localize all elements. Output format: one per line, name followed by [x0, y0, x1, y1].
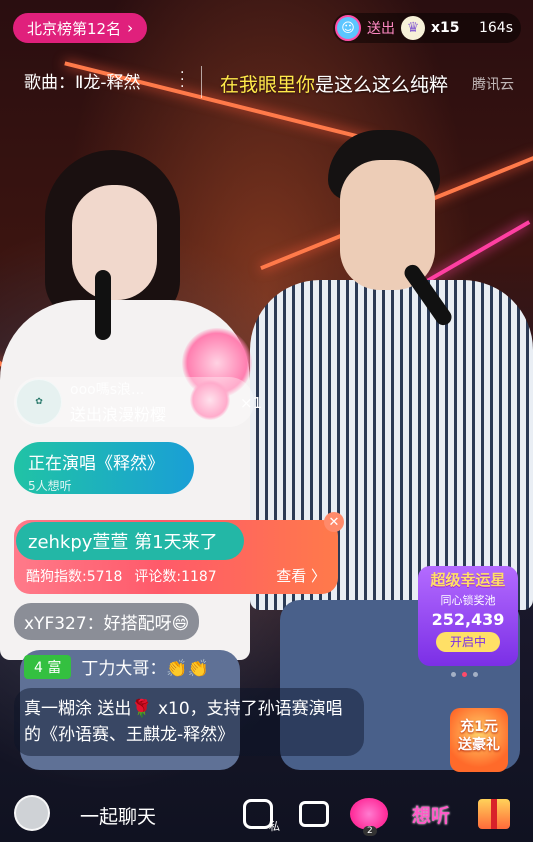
private-message-button[interactable]: 私 [238, 794, 280, 834]
now-singing-subtitle: 5人想听 [28, 479, 72, 493]
welcome-text: zehkpy萱萱 第1天来了 [16, 522, 244, 560]
gift-timer: 164s [478, 20, 513, 36]
my-avatar[interactable] [14, 795, 50, 831]
gift-notification[interactable]: ✿ ooo嗎s浪... 送出浪漫粉樱 [14, 377, 254, 427]
heart-button[interactable]: 2 [349, 794, 389, 836]
heart-icon: 2 [350, 798, 388, 836]
chat-input-entry[interactable]: 一起聊天 [80, 802, 156, 829]
performer-right [250, 130, 533, 770]
video-button[interactable] [294, 794, 334, 834]
chat-text: xYF327：好搭配呀😄 [24, 614, 190, 634]
lucky-subtitle: 同心锁奖池 [440, 594, 496, 607]
lucky-title: 超级幸运星 [430, 571, 506, 589]
now-singing-title: 正在演唱《释然》 [28, 454, 164, 474]
gift-item-icon: ♛ [401, 16, 425, 40]
avatar[interactable]: ✿ [16, 379, 62, 425]
now-singing-card[interactable]: 正在演唱《释然》 5人想听 [14, 442, 194, 494]
user-avatar[interactable]: ☺ [335, 15, 361, 41]
gift-button[interactable] [474, 794, 514, 834]
kugou-index: 酷狗指数:5718 [26, 569, 123, 585]
chevron-right-icon: › [127, 19, 134, 37]
lucky-button[interactable]: 开启中 [436, 632, 500, 652]
heart-count: 2 [363, 826, 377, 836]
chat-message: 真一糊涂 送出🌹 x10，支持了孙语赛演唱的《孙语赛、王麒龙-释然》 [14, 688, 364, 756]
song-info[interactable]: 歌曲： Ⅱ龙-释然 [24, 68, 141, 93]
song-name: Ⅱ龙-释然 [75, 73, 141, 93]
welcome-card[interactable]: zehkpy萱萱 第1天来了 ✕ 酷狗指数:5718 评论数:1187 查看 〉 [14, 512, 344, 594]
recharge-line1: 充1元 [460, 719, 498, 735]
gift-label: 送出 [367, 21, 395, 37]
divider [201, 66, 202, 98]
private-message-icon: 私 [243, 799, 280, 833]
recharge-promo[interactable]: 充1元 送豪礼 [450, 708, 508, 772]
rank-pill[interactable]: 北京榜第12名 › [13, 13, 148, 43]
want-to-hear-button[interactable]: 想听 [408, 794, 454, 834]
want-to-hear-label: 想听 [411, 804, 450, 827]
lucky-value: 252,439 [431, 610, 505, 629]
gift-leaderboard-pill[interactable]: ☺ 送出 ♛ x15 164s [333, 13, 521, 43]
level-badge: 4 富 [24, 654, 72, 679]
lyric-highlight: 在我眼里你 [220, 74, 316, 96]
gift-description: 送出浪漫粉樱 [70, 405, 167, 424]
video-icon [299, 801, 329, 827]
rose-icon: 🌹 [131, 699, 153, 719]
song-label: 歌曲： [24, 73, 75, 93]
chat-text: 真一糊涂 送出 [24, 699, 132, 719]
comment-count: 评论数:1187 [134, 569, 217, 585]
gift-times: ×1 [240, 394, 263, 412]
chat-message: xYF327：好搭配呀😄 [14, 603, 200, 640]
more-vertical-icon[interactable]: · · · [180, 66, 186, 94]
private-label: 私 [269, 820, 280, 833]
rank-label: 北京榜第12名 [27, 19, 122, 38]
lyric-line: 在我眼里你是这么这么纯粹 [220, 70, 448, 97]
gift-icon [478, 799, 510, 829]
chat-text: 丁力大哥：👏👏 [81, 659, 209, 679]
gift-count: x15 [431, 20, 460, 36]
recharge-line2: 送豪礼 [458, 737, 500, 753]
lyric-rest: 是这么这么纯粹 [315, 74, 449, 96]
gift-sender-name: ooo嗎s浪... [70, 382, 145, 398]
view-link[interactable]: 查看 〉 [276, 565, 326, 586]
carousel-dots [451, 672, 478, 677]
close-icon[interactable]: ✕ [324, 512, 344, 532]
lucky-star-widget[interactable]: 超级幸运星 同心锁奖池 252,439 开启中 [418, 566, 518, 666]
chat-message: 4 富 丁力大哥：👏👏 [14, 648, 219, 685]
lyric-source: 腾讯云 [472, 77, 514, 93]
